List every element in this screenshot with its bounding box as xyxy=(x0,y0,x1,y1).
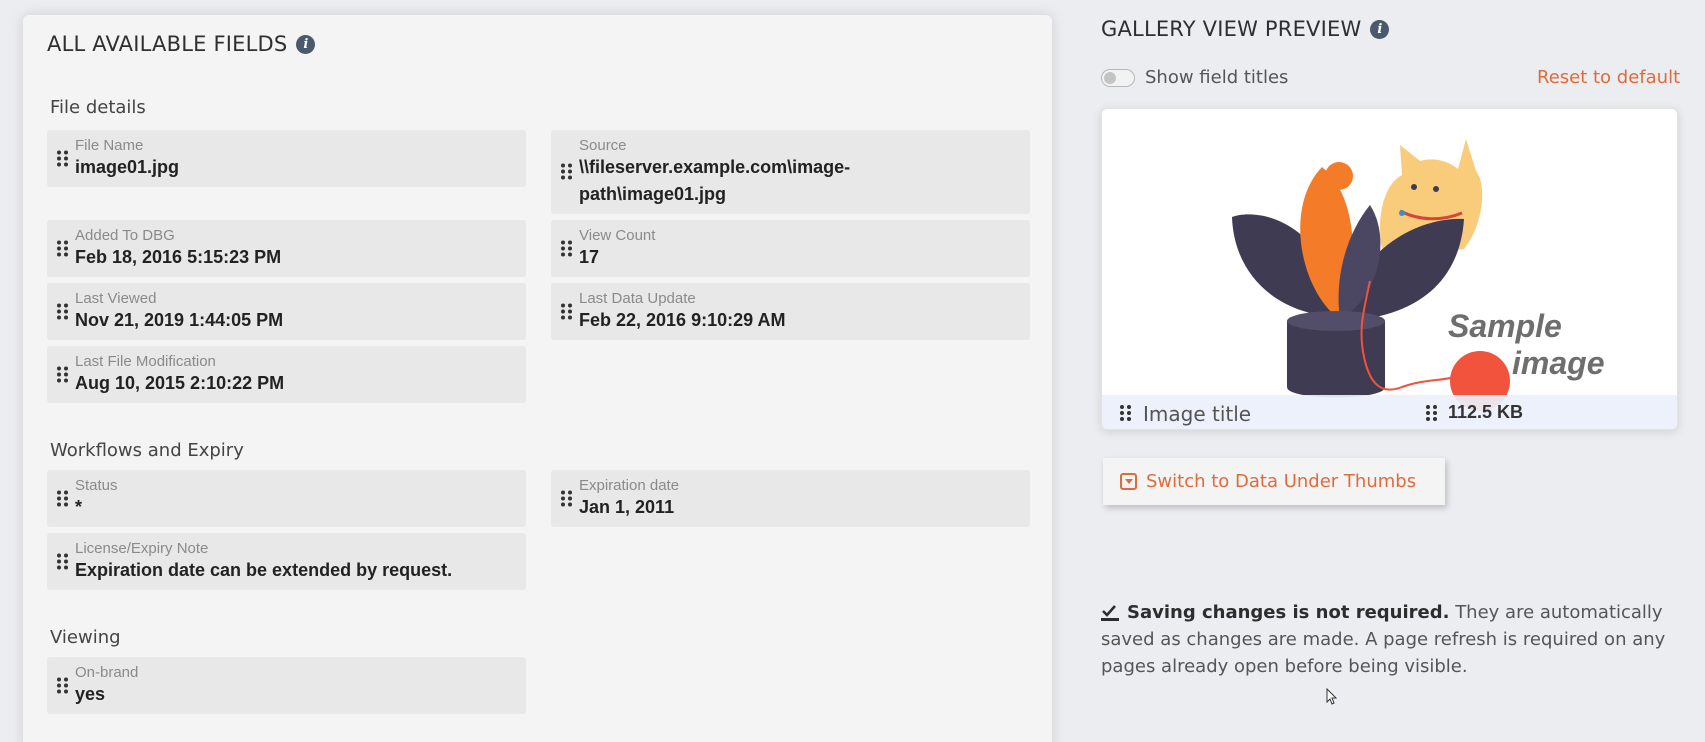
field-label: Status xyxy=(75,477,118,494)
show-field-titles-label[interactable]: Show field titles xyxy=(1145,67,1288,88)
field-value: Feb 22, 2016 9:10:29 AM xyxy=(579,310,786,330)
drag-handle-icon[interactable] xyxy=(57,366,68,383)
section-title-workflows-expiry: Workflows and Expiry xyxy=(50,440,244,461)
field-label: Last Data Update xyxy=(579,290,696,307)
sample-image: Sample image xyxy=(1232,139,1604,411)
field-last-viewed[interactable]: Last Viewed Nov 21, 2019 1:44:05 PM xyxy=(47,283,526,340)
field-label: License/Expiry Note xyxy=(75,540,209,557)
drag-handle-icon[interactable] xyxy=(561,240,572,257)
section-title-viewing: Viewing xyxy=(50,627,121,648)
info-icon[interactable]: i xyxy=(296,34,316,54)
drag-handle-icon[interactable] xyxy=(561,163,572,181)
drag-handle-icon[interactable] xyxy=(57,677,68,694)
field-label: Expiration date xyxy=(579,477,680,494)
show-field-titles-toggle-row: Show field titles xyxy=(1101,67,1288,88)
drag-handle-icon[interactable] xyxy=(57,240,68,257)
all-fields-panel: ALL AVAILABLE FIELDS i File details File… xyxy=(23,15,1052,742)
saving-note-bold: Saving changes is not required. xyxy=(1127,602,1450,623)
field-file-name[interactable]: File Name image01.jpg xyxy=(47,130,526,187)
field-value: Nov 21, 2019 1:44:05 PM xyxy=(75,310,284,330)
field-value: \\fileserver.example.com\image-path\imag… xyxy=(579,157,851,204)
field-on-brand[interactable]: On-brand yes xyxy=(47,657,526,714)
toggle-knob xyxy=(1104,71,1116,84)
field-label: On-brand xyxy=(75,664,139,681)
drag-handle-icon[interactable] xyxy=(57,303,68,320)
drag-handle-icon[interactable] xyxy=(561,303,572,320)
field-label: File Name xyxy=(75,137,144,154)
drag-handle-icon[interactable] xyxy=(561,490,572,507)
check-save-icon xyxy=(1101,605,1119,621)
card-footer: Image title 112.5 KB xyxy=(1102,395,1677,429)
field-value: Jan 1, 2011 xyxy=(579,497,675,517)
gallery-preview-card: Sample image Image title 112.5 KB xyxy=(1101,108,1678,430)
field-value: 17 xyxy=(579,247,600,267)
mouse-cursor-icon xyxy=(1326,688,1338,705)
field-view-count[interactable]: View Count 17 xyxy=(551,220,1030,277)
field-license-expiry-note[interactable]: License/Expiry Note Expiration date can … xyxy=(47,533,526,590)
field-value: image01.jpg xyxy=(75,157,180,177)
info-icon[interactable]: i xyxy=(1370,19,1390,39)
field-added-to-dbg[interactable]: Added To DBG Feb 18, 2016 5:15:23 PM xyxy=(47,220,526,277)
field-status[interactable]: Status * xyxy=(47,470,526,527)
switch-to-data-under-thumbs-button[interactable]: Switch to Data Under Thumbs xyxy=(1103,458,1445,505)
field-last-data-update[interactable]: Last Data Update Feb 22, 2016 9:10:29 AM xyxy=(551,283,1030,340)
field-expiration-date[interactable]: Expiration date Jan 1, 2011 xyxy=(551,470,1030,527)
gallery-preview-title: GALLERY VIEW PREVIEW i xyxy=(1101,17,1390,41)
caret-down-box-icon xyxy=(1120,473,1137,490)
pot xyxy=(1287,321,1385,398)
drag-handle-icon[interactable] xyxy=(57,553,68,570)
show-field-titles-toggle[interactable] xyxy=(1101,68,1135,87)
field-source[interactable]: Source \\fileserver.example.com\image-pa… xyxy=(551,130,1030,214)
saving-note: Saving changes is not required. They are… xyxy=(1101,599,1691,680)
field-value: Aug 10, 2015 2:10:22 PM xyxy=(75,373,285,393)
field-label: Last File Modification xyxy=(75,353,216,370)
field-value: Feb 18, 2016 5:15:23 PM xyxy=(75,247,282,267)
field-label: View Count xyxy=(579,227,656,244)
field-label: Source xyxy=(579,137,627,154)
field-value: Expiration date can be extended by reque… xyxy=(75,560,453,580)
field-last-file-modification[interactable]: Last File Modification Aug 10, 2015 2:10… xyxy=(47,346,526,403)
watermark-line1: Sample xyxy=(1448,308,1562,344)
field-value: * xyxy=(75,497,83,517)
reset-to-default-link[interactable]: Reset to default xyxy=(1537,67,1680,88)
field-label: Added To DBG xyxy=(75,227,175,244)
image-title-field: Image title xyxy=(1143,402,1252,426)
watermark-line2: image xyxy=(1512,345,1604,381)
field-label: Last Viewed xyxy=(75,290,157,307)
drag-handle-icon[interactable] xyxy=(57,150,68,167)
field-value: yes xyxy=(75,684,106,704)
section-title-file-details: File details xyxy=(50,97,146,118)
drag-handle-icon[interactable] xyxy=(57,490,68,507)
switch-button-label: Switch to Data Under Thumbs xyxy=(1146,471,1417,492)
all-fields-title: ALL AVAILABLE FIELDS i xyxy=(47,32,316,56)
file-size-field: 112.5 KB xyxy=(1448,402,1524,422)
